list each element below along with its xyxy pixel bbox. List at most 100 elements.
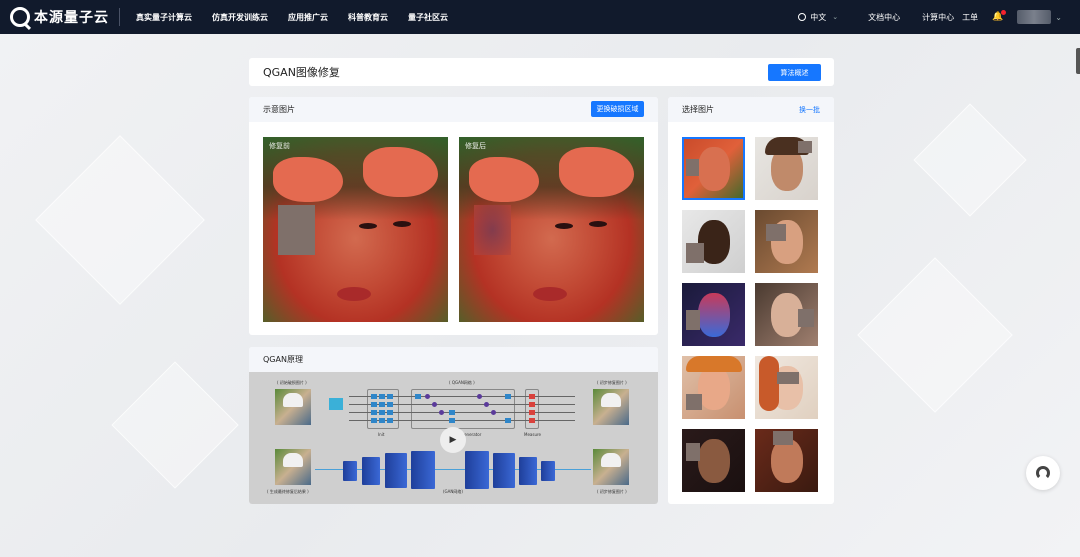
doc-center-link[interactable]: 文档中心 bbox=[868, 12, 900, 23]
gate bbox=[387, 410, 393, 415]
image-detail bbox=[393, 221, 411, 227]
image-detail bbox=[359, 223, 377, 229]
measure-gate bbox=[529, 418, 535, 423]
image-option-1[interactable] bbox=[682, 137, 745, 200]
image-detail bbox=[337, 287, 371, 301]
caption-gan-net: (GAN网络) bbox=[443, 489, 463, 494]
damage-mask bbox=[686, 443, 700, 461]
qgan-diagram-video[interactable]: ( 初始破损图片 ) ( QGAN网络 ) ( 初步修复图片 ) Init Ge… bbox=[249, 372, 658, 504]
replace-damage-area-button[interactable]: 更换破损区域 bbox=[591, 101, 644, 117]
image-detail bbox=[469, 157, 539, 202]
image-option-5[interactable] bbox=[682, 283, 745, 346]
measure-gate bbox=[529, 394, 535, 399]
compute-center-link[interactable]: 计算中心 bbox=[922, 12, 954, 23]
measure-gate bbox=[529, 402, 535, 407]
nav-link-simulation[interactable]: 仿真开发训练云 bbox=[212, 12, 268, 23]
user-avatar[interactable] bbox=[1017, 10, 1052, 24]
brand-logo[interactable]: 本源量子云 bbox=[10, 0, 109, 34]
diagram-thumb-repair-bottom bbox=[593, 449, 629, 485]
damage-mask bbox=[798, 309, 814, 327]
headset-icon bbox=[1036, 466, 1050, 480]
entangle-node bbox=[439, 410, 444, 415]
algorithm-overview-button[interactable]: 算法概述 bbox=[768, 64, 821, 81]
gate bbox=[379, 410, 385, 415]
gate bbox=[371, 418, 377, 423]
arrow-block bbox=[329, 398, 343, 410]
demo-panel: 示意图片 更换破损区域 修复前 修复后 bbox=[249, 97, 658, 335]
image-option-9[interactable] bbox=[682, 429, 745, 492]
customer-service-button[interactable] bbox=[1026, 456, 1060, 490]
gate bbox=[449, 418, 455, 423]
image-option-2[interactable] bbox=[755, 137, 818, 200]
gan-layer-block bbox=[465, 451, 489, 489]
damage-mask bbox=[278, 205, 315, 255]
choose-panel-header: 选择图片 换一批 bbox=[668, 97, 834, 122]
image-detail bbox=[771, 439, 803, 483]
logo-mark-icon bbox=[10, 7, 30, 27]
diagram-thumb-input bbox=[275, 389, 311, 425]
nav-links: 真实量子计算云 仿真开发训练云 应用推广云 科普教育云 量子社区云 bbox=[136, 12, 468, 23]
play-icon[interactable]: ▶ bbox=[440, 427, 466, 453]
entangle-node bbox=[425, 394, 430, 399]
image-option-10[interactable] bbox=[755, 429, 818, 492]
measure-gate bbox=[529, 410, 535, 415]
image-option-6[interactable] bbox=[755, 283, 818, 346]
user-menu-chevron-icon[interactable]: ⌄ bbox=[1055, 13, 1062, 22]
swap-batch-link[interactable]: 换一批 bbox=[799, 105, 820, 115]
gate bbox=[379, 394, 385, 399]
gate bbox=[505, 394, 511, 399]
diagram-thumb-final bbox=[275, 449, 311, 485]
gate bbox=[387, 418, 393, 423]
title-card: QGAN图像修复 算法概述 bbox=[249, 58, 834, 86]
background-decoration bbox=[111, 361, 239, 489]
gate bbox=[505, 418, 511, 423]
image-detail bbox=[698, 147, 730, 191]
demo-panel-header: 示意图片 更换破损区域 bbox=[249, 97, 658, 122]
image-detail bbox=[559, 147, 634, 197]
language-selector[interactable]: 中文 ⌄ bbox=[798, 12, 838, 23]
nav-link-community[interactable]: 量子社区云 bbox=[408, 12, 448, 23]
image-detail bbox=[698, 293, 730, 337]
nav-right: 中文 ⌄ 文档中心 计算中心 工单 🔔 ⌄ bbox=[798, 0, 1080, 34]
gate bbox=[371, 402, 377, 407]
background-decoration bbox=[857, 257, 1013, 413]
gate bbox=[387, 402, 393, 407]
nav-link-real-quantum[interactable]: 真实量子计算云 bbox=[136, 12, 192, 23]
principle-panel-header: QGAN原理 bbox=[249, 347, 658, 372]
background-decoration bbox=[913, 103, 1027, 217]
tickets-link[interactable]: 工单 bbox=[962, 12, 978, 23]
demo-panel-title: 示意图片 bbox=[263, 105, 295, 114]
caption-measure: Measure bbox=[524, 432, 541, 437]
nav-link-application[interactable]: 应用推广云 bbox=[288, 12, 328, 23]
damage-mask bbox=[686, 159, 699, 176]
image-detail bbox=[686, 356, 742, 372]
bell-icon[interactable]: 🔔 bbox=[992, 10, 1007, 22]
brand-name: 本源量子云 bbox=[34, 10, 109, 26]
nav-link-education[interactable]: 科普教育云 bbox=[348, 12, 388, 23]
damage-mask bbox=[773, 431, 793, 445]
damage-mask bbox=[686, 310, 700, 330]
image-option-4[interactable] bbox=[755, 210, 818, 273]
damage-mask bbox=[686, 243, 704, 263]
entangle-node bbox=[477, 394, 482, 399]
image-option-7[interactable] bbox=[682, 356, 745, 419]
gan-layer-block bbox=[411, 451, 435, 489]
language-label: 中文 bbox=[810, 12, 827, 22]
before-image: 修复前 bbox=[263, 137, 448, 322]
principle-panel-title: QGAN原理 bbox=[263, 355, 303, 364]
caption-qgan-net: ( QGAN网络 ) bbox=[449, 380, 475, 385]
principle-panel: QGAN原理 ( 初始破损图片 ) ( QGAN网络 ) ( 初步修复图片 ) bbox=[249, 347, 658, 504]
gate bbox=[379, 402, 385, 407]
side-scroll-tab[interactable] bbox=[1076, 48, 1080, 74]
nav-divider bbox=[119, 8, 120, 26]
gate bbox=[387, 394, 393, 399]
background-decoration bbox=[35, 135, 205, 305]
gan-layer-block bbox=[343, 461, 357, 481]
gate bbox=[379, 418, 385, 423]
image-option-8[interactable] bbox=[755, 356, 818, 419]
image-detail bbox=[555, 223, 573, 229]
top-nav: 本源量子云 真实量子计算云 仿真开发训练云 应用推广云 科普教育云 量子社区云 … bbox=[0, 0, 1080, 34]
gan-layer-block bbox=[385, 453, 407, 488]
globe-icon bbox=[798, 13, 807, 21]
image-option-3[interactable] bbox=[682, 210, 745, 273]
